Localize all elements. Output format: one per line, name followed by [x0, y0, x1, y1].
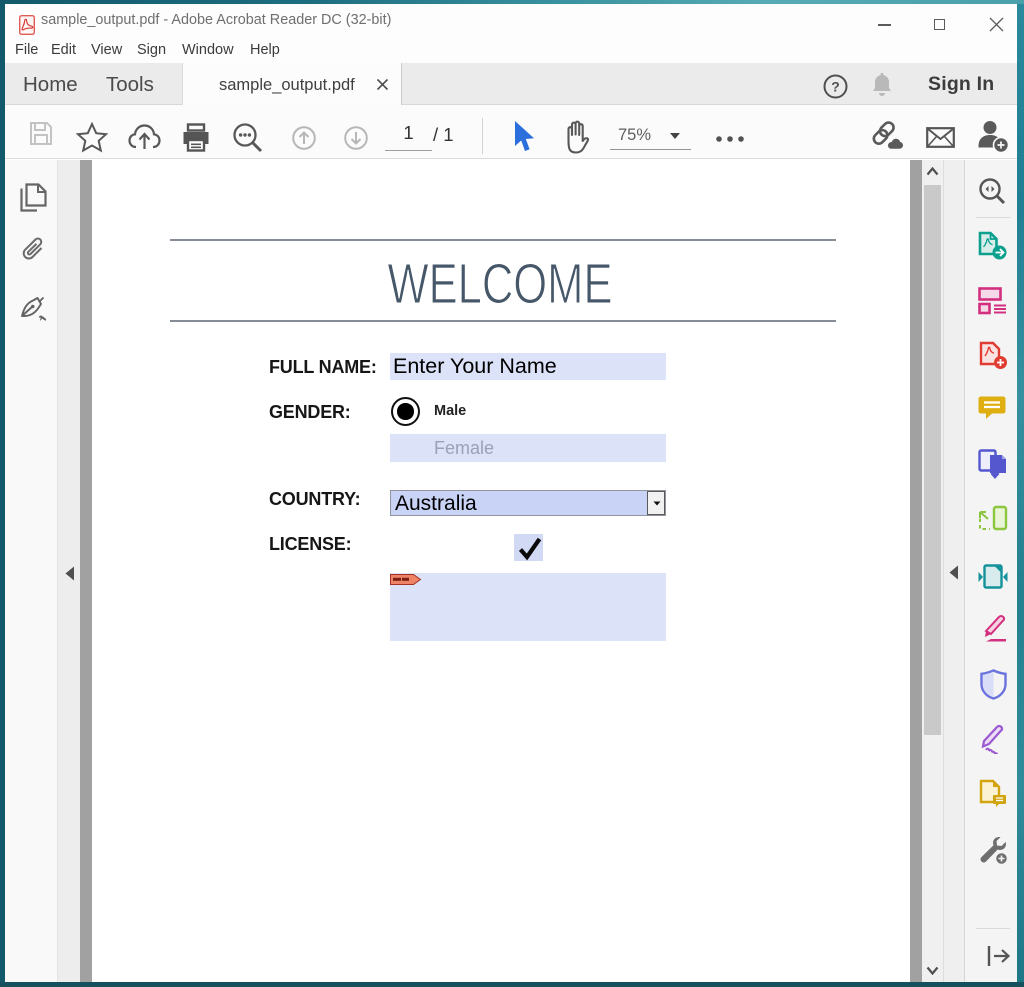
svg-text:?: ? [831, 79, 840, 95]
svg-text:WELCOME: WELCOME [388, 254, 613, 314]
